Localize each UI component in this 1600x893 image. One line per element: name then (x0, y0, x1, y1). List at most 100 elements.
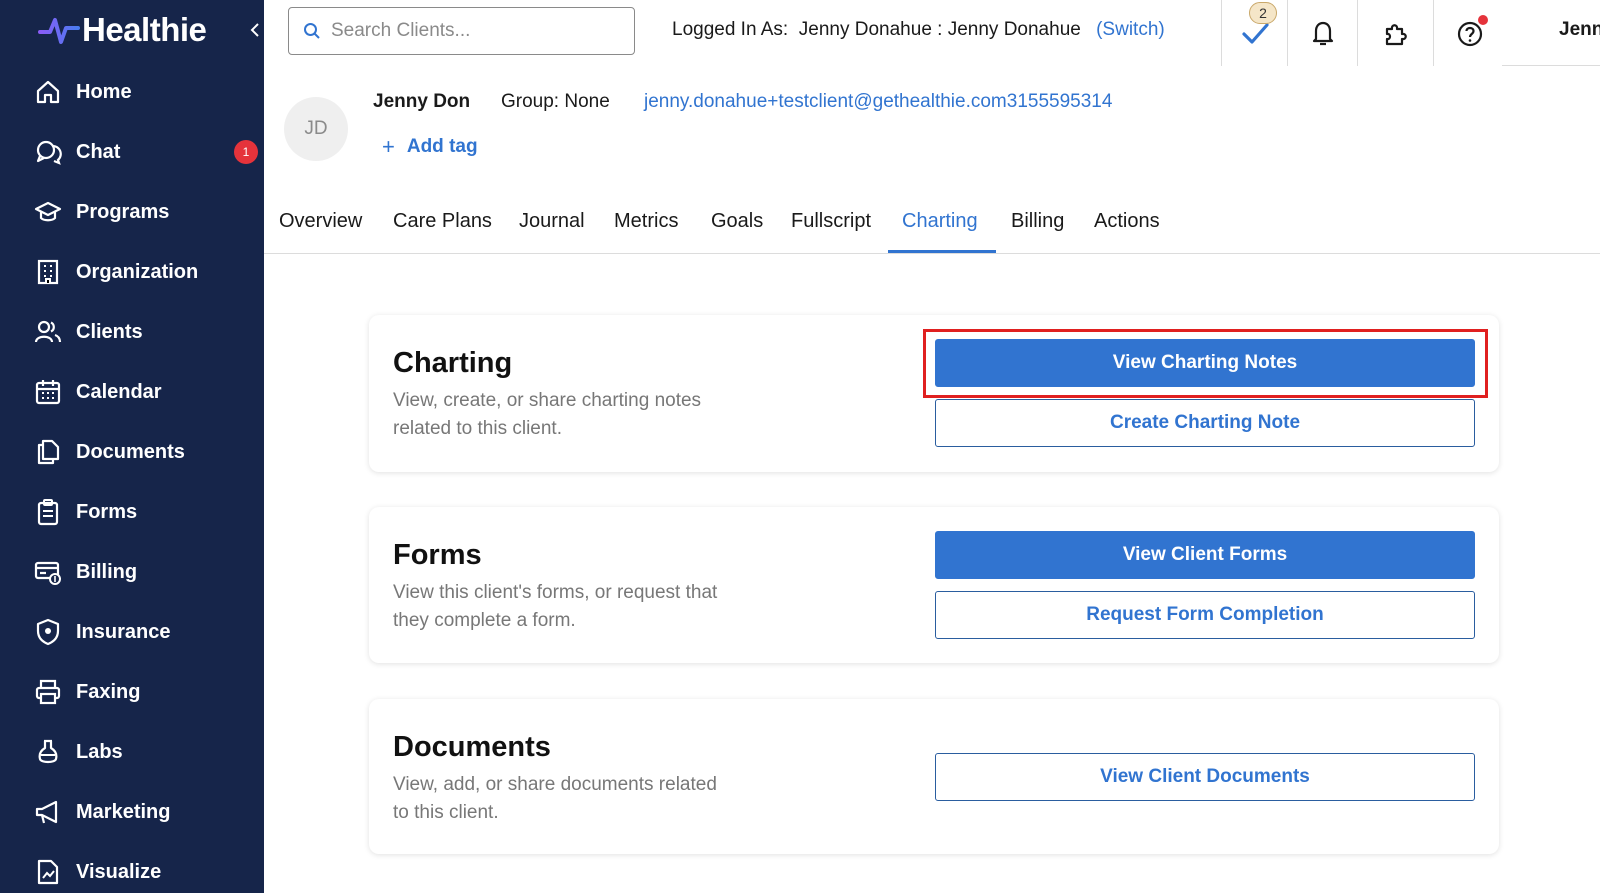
notifications-button[interactable] (1287, 0, 1357, 66)
add-tag-button[interactable]: + Add tag (382, 134, 478, 160)
sidebar-item-documents[interactable]: Documents (0, 422, 264, 482)
documents-card: Documents View, add, or share documents … (369, 699, 1499, 854)
sidebar-nav: Home Chat 1 Programs Organization Client… (0, 62, 264, 893)
search-box[interactable] (288, 7, 635, 55)
sidebar-item-label: Chat (76, 140, 121, 163)
view-client-forms-button[interactable]: View Client Forms (935, 531, 1475, 579)
charting-card-description: View, create, or share charting notes re… (393, 390, 702, 439)
sidebar-item-label: Billing (76, 560, 138, 583)
client-name: Jenny Don (373, 91, 471, 112)
forms-card-description: View this client's forms, or request tha… (393, 582, 718, 631)
chat-icon (36, 140, 62, 165)
tab-charting[interactable]: Charting (902, 210, 978, 233)
user-menu[interactable]: Jenn (1559, 19, 1600, 41)
help-button[interactable] (1433, 0, 1505, 66)
request-form-completion-button[interactable]: Request Form Completion (935, 591, 1475, 639)
sidebar-item-label: Organization (76, 260, 199, 283)
sidebar-item-insurance[interactable]: Insurance (0, 602, 264, 662)
client-tabs: Overview Care Plans Journal Metrics Goal… (264, 196, 1600, 254)
sidebar-item-billing[interactable]: Billing (0, 542, 264, 602)
tasks-button[interactable]: 2 (1221, 0, 1287, 66)
puzzle-icon (1385, 24, 1407, 46)
client-group: Group: None (501, 91, 610, 112)
logged-in-info: Logged In As: Jenny Donahue : Jenny Dona… (672, 19, 1165, 41)
documents-card-description: View, add, or share documents related to… (393, 774, 717, 823)
sidebar: Healthie Home Chat 1 Programs Organizati… (0, 0, 264, 893)
tab-metrics[interactable]: Metrics (614, 210, 678, 233)
sidebar-item-organization[interactable]: Organization (0, 242, 264, 302)
shield-icon (36, 618, 60, 646)
top-header: Logged In As: Jenny Donahue : Jenny Dona… (264, 0, 1600, 66)
home-icon (36, 80, 60, 104)
graduation-cap-icon (34, 201, 62, 222)
sidebar-item-label: Forms (76, 500, 138, 523)
sidebar-item-label: Faxing (76, 680, 141, 703)
plus-icon: + (382, 134, 395, 159)
forms-card: Forms View this client's forms, or reque… (369, 507, 1499, 663)
charting-card: Charting View, create, or share charting… (369, 315, 1499, 472)
header-icons: 2 (1221, 0, 1505, 66)
switch-user-link[interactable]: (Switch) (1096, 19, 1165, 40)
sidebar-item-visualize[interactable]: Visualize (0, 842, 264, 893)
client-contact-link[interactable]: jenny.donahue+testclient@gethealthie.com… (644, 91, 1112, 113)
chevron-left-icon (250, 23, 259, 37)
sidebar-item-label: Marketing (76, 800, 171, 823)
sidebar-item-label: Labs (76, 740, 123, 763)
tab-journal[interactable]: Journal (519, 210, 585, 233)
billing-icon (34, 561, 61, 585)
sidebar-item-faxing[interactable]: Faxing (0, 662, 264, 722)
forms-card-title: Forms (393, 539, 482, 571)
sidebar-item-label: Visualize (76, 860, 162, 883)
sidebar-item-label: Clients (76, 320, 143, 343)
collapse-sidebar-button[interactable] (247, 18, 263, 42)
logged-in-user: Jenny Donahue : Jenny Donahue (798, 19, 1081, 40)
sidebar-item-clients[interactable]: Clients (0, 302, 264, 362)
logged-in-label: Logged In As: (672, 19, 789, 40)
chat-unread-badge: 1 (234, 140, 258, 164)
clipboard-icon (37, 499, 59, 526)
healthie-logo[interactable]: Healthie (38, 8, 207, 52)
sidebar-item-label: Calendar (76, 380, 162, 403)
tab-overview[interactable]: Overview (279, 210, 362, 233)
logo-text: Healthie (82, 11, 207, 48)
create-charting-note-button[interactable]: Create Charting Note (935, 399, 1475, 447)
building-icon (37, 259, 59, 285)
printer-icon (35, 679, 61, 705)
sidebar-item-home[interactable]: Home (0, 62, 264, 122)
bell-icon (1312, 21, 1333, 46)
help-notification-dot (1478, 15, 1488, 25)
add-tag-label: Add tag (406, 136, 478, 157)
tasks-count-badge: 2 (1249, 2, 1277, 24)
chart-document-icon (37, 859, 59, 885)
calendar-icon (35, 380, 61, 405)
tab-actions[interactable]: Actions (1094, 210, 1160, 233)
sidebar-item-label: Home (76, 80, 132, 103)
search-input[interactable] (331, 20, 621, 42)
active-tab-indicator (888, 250, 996, 253)
sidebar-item-label: Documents (76, 440, 185, 463)
sidebar-item-chat[interactable]: Chat 1 (0, 122, 264, 182)
tab-fullscript[interactable]: Fullscript (791, 210, 871, 233)
tab-care-plans[interactable]: Care Plans (393, 210, 492, 233)
client-avatar: JD (284, 97, 348, 161)
charting-card-title: Charting (393, 347, 513, 379)
sidebar-item-forms[interactable]: Forms (0, 482, 264, 542)
view-charting-notes-button[interactable]: View Charting Notes (935, 339, 1475, 387)
integrations-button[interactable] (1357, 0, 1433, 66)
sidebar-item-label: Programs (76, 200, 170, 223)
users-icon (34, 320, 62, 343)
sidebar-item-labs[interactable]: Labs (0, 722, 264, 782)
tab-goals[interactable]: Goals (711, 210, 763, 233)
header-divider (1502, 65, 1600, 66)
view-client-documents-button[interactable]: View Client Documents (935, 753, 1475, 801)
pulse-logo-icon (38, 18, 80, 44)
documents-card-title: Documents (393, 731, 551, 763)
sidebar-item-marketing[interactable]: Marketing (0, 782, 264, 842)
sidebar-item-programs[interactable]: Programs (0, 182, 264, 242)
sidebar-item-label: Insurance (76, 620, 171, 643)
tab-billing[interactable]: Billing (1011, 210, 1064, 233)
megaphone-icon (35, 800, 58, 824)
sidebar-item-calendar[interactable]: Calendar (0, 362, 264, 422)
flask-icon (38, 739, 58, 764)
search-icon (304, 23, 320, 39)
